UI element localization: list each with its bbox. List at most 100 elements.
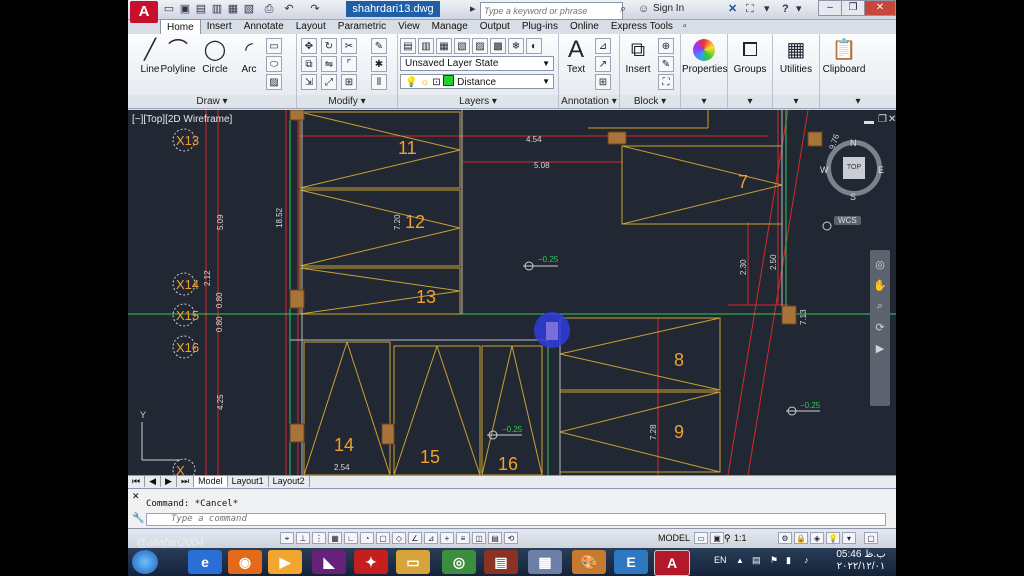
text-tool[interactable]: A Text <box>559 36 593 80</box>
help-icon[interactable]: ? <box>782 2 789 16</box>
showmotion-icon[interactable]: ▶ <box>870 342 890 355</box>
offset-icon[interactable]: ⫴ <box>371 74 387 90</box>
winrar-icon[interactable]: ▤ <box>484 550 518 574</box>
mirror-icon[interactable]: ⇋ <box>321 56 337 72</box>
tab-online[interactable]: Online <box>564 19 605 34</box>
dynamic-input-icon[interactable]: + <box>440 532 454 544</box>
tab-plug-ins[interactable]: Plug-ins <box>516 19 564 34</box>
command-close-icon[interactable]: ✕ <box>132 491 140 502</box>
dropdown-icon[interactable]: ▾ <box>764 2 770 16</box>
system-clock[interactable]: 05:46 ب.ظ ۲۰۲۲/۱۲/۰۱ <box>828 549 894 573</box>
start-button-icon[interactable] <box>132 550 158 574</box>
edit-block-icon[interactable]: ✎ <box>658 56 674 72</box>
minimize-icon[interactable]: – <box>818 0 842 16</box>
acrobat-icon[interactable]: ✦ <box>354 550 388 574</box>
tab-annotate[interactable]: Annotate <box>238 19 290 34</box>
toolbar-lock-icon[interactable]: 🔒 <box>794 532 808 544</box>
tab-layout[interactable]: Layout <box>290 19 332 34</box>
current-layer-dropdown[interactable]: 💡 ☼ ⊡ Distance ▼ <box>400 74 554 89</box>
viewport-maximize-icon[interactable]: ❐ <box>878 114 887 125</box>
explode-icon[interactable]: ✱ <box>371 56 387 72</box>
hatch-icon[interactable]: ▨ <box>266 74 282 90</box>
tab-insert[interactable]: Insert <box>201 19 238 34</box>
viewport-close-icon[interactable]: ✕ <box>888 114 896 125</box>
block-attribute-icon[interactable]: ⛶ <box>658 74 674 90</box>
connect-icon[interactable]: ⛶ <box>746 2 754 16</box>
tab-layout2[interactable]: Layout2 <box>269 476 310 487</box>
tray-network-icon[interactable]: ▤ <box>752 555 761 566</box>
sign-in-link[interactable]: Sign In <box>653 2 684 16</box>
lineweight-icon[interactable]: ≡ <box>456 532 470 544</box>
viewcube-top-face[interactable]: TOP <box>843 157 865 179</box>
object-snap-tracking-icon[interactable]: ∠ <box>408 532 422 544</box>
layout-nav-next-icon[interactable]: ▶ <box>161 476 177 487</box>
layer-freeze-icon[interactable]: ❄ <box>508 38 524 54</box>
save-icon[interactable]: ▤ <box>194 2 208 16</box>
tab-parametric[interactable]: Parametric <box>332 19 392 34</box>
command-settings-icon[interactable]: 🔧 <box>132 513 144 524</box>
snap-mode-icon[interactable]: ⋮ <box>312 532 326 544</box>
redo-icon[interactable]: ↷ <box>308 2 322 16</box>
clipboard-panel-expander[interactable]: ▾ <box>820 95 896 108</box>
search-input[interactable] <box>480 2 623 20</box>
stretch-icon[interactable]: ⇲ <box>301 74 317 90</box>
viewcube[interactable]: TOP <box>826 140 882 196</box>
infer-constraints-icon[interactable]: ⊥ <box>296 532 310 544</box>
visual-studio-icon[interactable]: ◣ <box>312 550 346 574</box>
clean-screen-icon[interactable]: ▢ <box>864 532 878 544</box>
3d-osnap-icon[interactable]: ◇ <box>392 532 406 544</box>
orbit-icon[interactable]: ⟳ <box>870 321 890 334</box>
leader-icon[interactable]: ↗ <box>595 56 611 72</box>
firefox-icon[interactable]: ◉ <box>228 550 262 574</box>
internet-explorer-icon[interactable]: e <box>188 550 222 574</box>
table-icon[interactable]: ⊞ <box>595 74 611 90</box>
tab-model[interactable]: Model <box>194 476 228 487</box>
properties-panel-expander[interactable]: ▾ <box>681 95 727 108</box>
viewport-minimize-icon[interactable]: ▬ <box>864 116 874 127</box>
move-icon[interactable]: ✥ <box>301 38 317 54</box>
calculator-app-icon[interactable]: ▦ <box>528 550 562 574</box>
trim-icon[interactable]: ✂ <box>341 38 357 54</box>
undo-icon[interactable]: ↶ <box>282 2 296 16</box>
tab-express-tools[interactable]: Express Tools <box>605 19 679 34</box>
ellipse-icon[interactable]: ⬭ <box>266 56 282 72</box>
workspace-switching-icon[interactable]: ⚙ <box>778 532 792 544</box>
layout-nav-last-icon[interactable]: ⏭ <box>177 476 195 487</box>
pan-icon[interactable]: ✋ <box>870 279 890 292</box>
layer-match-icon[interactable]: ▦ <box>436 38 452 54</box>
utilities-panel-expander[interactable]: ▾ <box>773 95 819 108</box>
layout-nav-first-icon[interactable]: ⏮ <box>128 476 146 487</box>
quick-view-layouts-icon[interactable]: ▭ <box>694 532 708 544</box>
open-file-icon[interactable]: ▣ <box>178 2 192 16</box>
status-menu-icon[interactable]: ▾ <box>842 532 856 544</box>
drawing-canvas[interactable]: X13 X14 X15 X16 X 11 12 13 7 8 9 14 15 1… <box>128 110 896 475</box>
help-dropdown-icon[interactable]: ▾ <box>796 2 802 16</box>
tab-home[interactable]: Home <box>160 19 201 35</box>
layer-isolate-icon[interactable]: ▨ <box>472 38 488 54</box>
annotation-panel-title[interactable]: Annotation ▾ <box>559 95 619 108</box>
tab-view[interactable]: View <box>392 19 426 34</box>
layout-nav-prev-icon[interactable]: ◀ <box>145 476 162 487</box>
exchange-icon[interactable]: ✕ <box>728 2 737 16</box>
polar-tracking-icon[interactable]: ◔ <box>360 532 374 544</box>
media-player-icon[interactable]: ▶ <box>268 550 302 574</box>
hardware-acceleration-icon[interactable]: ◈ <box>810 532 824 544</box>
rotate-icon[interactable]: ↻ <box>321 38 337 54</box>
autocad-taskbar-icon[interactable]: A <box>654 550 690 576</box>
dimension-icon[interactable]: ⊿ <box>595 38 611 54</box>
create-block-icon[interactable]: ⊕ <box>658 38 674 54</box>
excel-like-app-icon[interactable]: E <box>614 550 648 574</box>
grid-display-icon[interactable]: ▦ <box>328 532 342 544</box>
plot-icon[interactable]: ▧ <box>242 2 256 16</box>
model-space-toggle[interactable]: MODEL <box>658 533 690 543</box>
groups-panel-expander[interactable]: ▾ <box>728 95 772 108</box>
insert-tool[interactable]: ⧉ Insert <box>620 36 656 80</box>
copy-icon[interactable]: ⧉ <box>301 56 317 72</box>
close-icon[interactable]: ✕ <box>864 0 896 16</box>
tab-layout1[interactable]: Layout1 <box>228 476 269 487</box>
command-input[interactable] <box>146 513 886 526</box>
object-snap-icon[interactable]: ▢ <box>376 532 390 544</box>
block-panel-title[interactable]: Block ▾ <box>620 95 680 108</box>
user-icon[interactable]: ☺ <box>638 2 649 16</box>
search-icon[interactable]: ⌕ <box>620 2 626 16</box>
